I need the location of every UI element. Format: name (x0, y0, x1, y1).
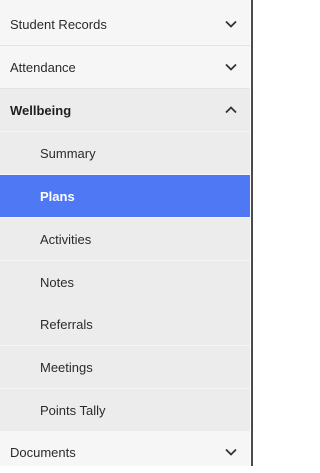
submenu-item-label: Notes (40, 274, 74, 290)
scrollbar[interactable] (251, 0, 253, 466)
nav-attendance[interactable]: Attendance (0, 46, 250, 88)
submenu-item-points-tally[interactable]: Points Tally (0, 389, 250, 431)
submenu-item-label: Plans (40, 188, 75, 204)
nav-documents-label: Documents (10, 444, 76, 460)
submenu-item-meetings[interactable]: Meetings (0, 346, 250, 388)
nav-wellbeing-label: Wellbeing (10, 102, 72, 118)
submenu-item-label: Meetings (40, 359, 93, 375)
submenu-item-label: Activities (40, 231, 92, 247)
submenu-item-activities[interactable]: Activities (0, 218, 250, 260)
submenu-item-label: Points Tally (40, 402, 106, 418)
submenu-item-summary[interactable]: Summary (0, 132, 250, 174)
submenu-item-label: Referrals (40, 316, 93, 332)
submenu-item-referrals[interactable]: Referrals (0, 303, 250, 345)
submenu-item-notes[interactable]: Notes (0, 261, 250, 303)
nav-wellbeing[interactable]: Wellbeing (0, 89, 250, 131)
nav-student-records[interactable]: Student Records (0, 3, 250, 45)
chevron-up-icon (224, 103, 238, 117)
nav-attendance-label: Attendance (10, 59, 76, 75)
sidebar-nav: Student Records Attendance Wellbeing Sum… (0, 0, 250, 466)
chevron-down-icon (224, 60, 238, 74)
submenu-item-plans[interactable]: Plans (0, 175, 250, 217)
nav-student-records-label: Student Records (10, 16, 107, 32)
chevron-down-icon (224, 445, 238, 459)
submenu-item-label: Summary (40, 145, 96, 161)
chevron-down-icon (224, 17, 238, 31)
nav-documents[interactable]: Documents (0, 431, 250, 473)
